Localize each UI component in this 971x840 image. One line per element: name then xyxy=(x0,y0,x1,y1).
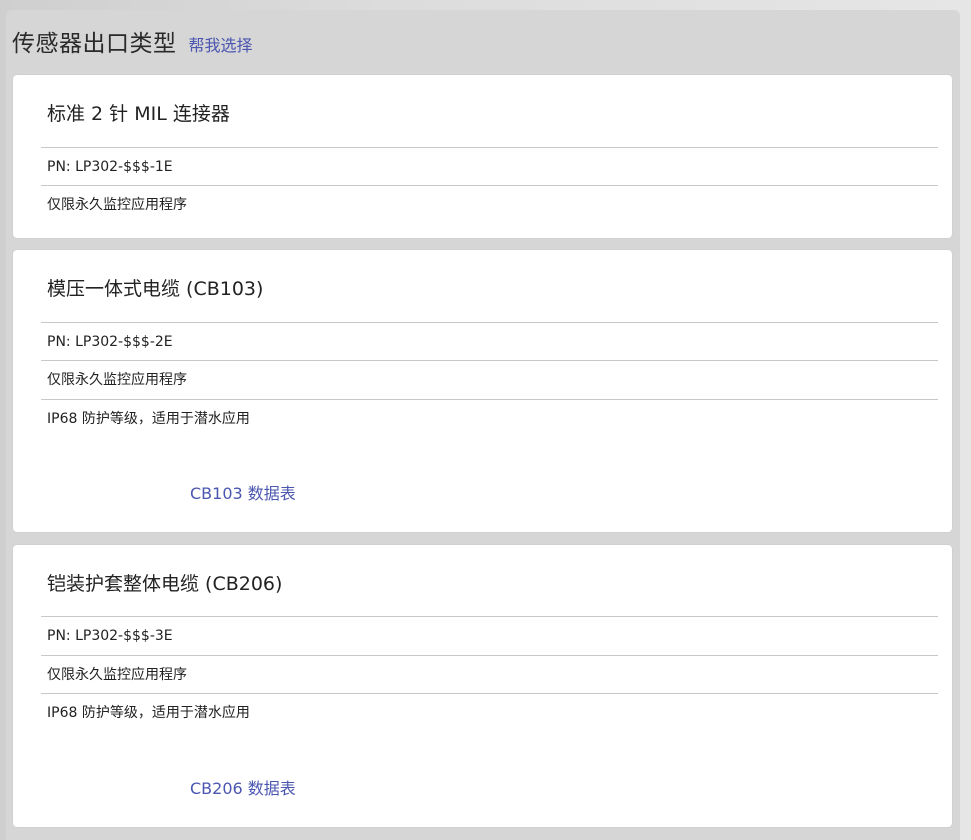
option-title: 铠装护套整体电缆 (CB206) xyxy=(47,573,283,595)
feature-item: IP68 防护等级，适用于潜水应用 xyxy=(41,399,938,437)
part-number: PN: LP302-$$$-1E xyxy=(41,147,938,185)
part-number: PN: LP302-$$$-3E xyxy=(41,616,938,654)
cb103-datasheet-link[interactable]: CB103 数据表 xyxy=(190,480,296,504)
option-card-mil-connector[interactable]: 标准 2 针 MIL 连接器 PN: LP302-$$$-1E 仅限永久监控应用… xyxy=(13,75,952,238)
cb206-datasheet-link[interactable]: CB206 数据表 xyxy=(190,775,296,799)
option-title: 标准 2 针 MIL 连接器 xyxy=(47,103,230,125)
feature-item: IP68 防护等级，适用于潜水应用 xyxy=(41,693,938,731)
help-me-choose-link[interactable]: 帮我选择 xyxy=(189,32,253,56)
panel-title: 传感器出口类型 xyxy=(12,31,177,57)
sensor-exit-type-panel: 传感器出口类型 帮我选择 标准 2 针 MIL 连接器 PN: LP302-$$… xyxy=(6,10,960,840)
option-card-cb206[interactable]: 铠装护套整体电缆 (CB206) PN: LP302-$$$-3E 仅限永久监控… xyxy=(13,545,952,827)
part-number: PN: LP302-$$$-2E xyxy=(41,322,938,360)
panel-header: 传感器出口类型 帮我选择 xyxy=(12,24,253,57)
feature-item: 仅限永久监控应用程序 xyxy=(41,655,938,693)
option-title: 模压一体式电缆 (CB103) xyxy=(47,278,264,300)
option-card-cb103[interactable]: 模压一体式电缆 (CB103) PN: LP302-$$$-2E 仅限永久监控应… xyxy=(13,250,952,532)
feature-item: 仅限永久监控应用程序 xyxy=(41,185,938,223)
feature-item: 仅限永久监控应用程序 xyxy=(41,360,938,398)
